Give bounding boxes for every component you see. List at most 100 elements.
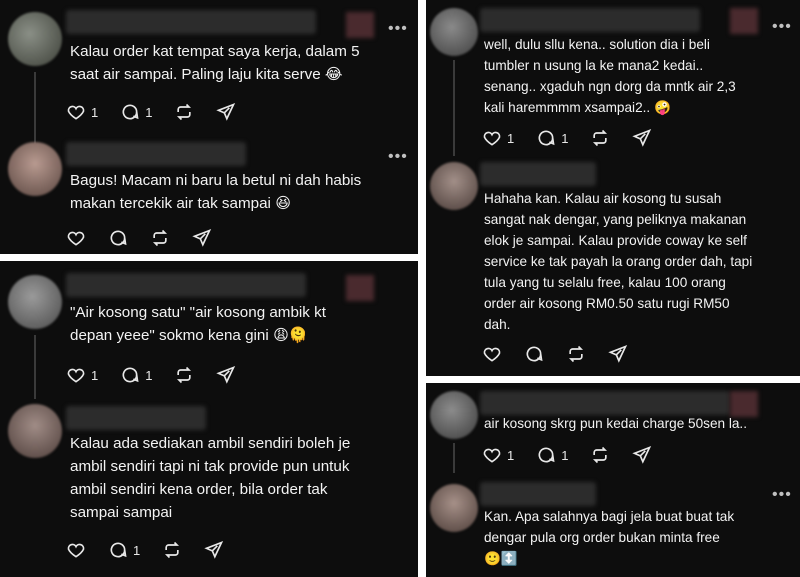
more-options-icon[interactable]: •••: [388, 149, 408, 165]
thread-line: [453, 443, 455, 473]
repost-button[interactable]: [162, 540, 182, 560]
post-text: air kosong skrg pun kedai charge 50sen l…: [484, 416, 747, 431]
avatar[interactable]: [430, 8, 478, 56]
heart-icon: [483, 347, 501, 362]
post-text: Kan. Apa salahnya bagi jela buat buat ta…: [484, 509, 735, 566]
username-redacted: [66, 273, 306, 297]
share-icon: [608, 344, 628, 363]
avatar[interactable]: [8, 404, 62, 458]
username-redacted: [66, 142, 246, 166]
post-actions: 1 1: [66, 363, 258, 387]
like-button[interactable]: 1: [482, 128, 514, 148]
comment-button[interactable]: 1: [120, 365, 152, 385]
share-button[interactable]: [632, 128, 652, 148]
share-icon: [192, 228, 212, 247]
share-button[interactable]: [216, 365, 236, 385]
post-text: Hahaha kan. Kalau air kosong tu susah sa…: [484, 191, 753, 332]
redacted-badge: [730, 8, 758, 34]
reply-post: ••• Bagus! Macam ni baru la betul ni dah…: [0, 142, 418, 254]
comment-button[interactable]: 1: [108, 540, 140, 560]
avatar[interactable]: [430, 391, 478, 439]
post-text: "Air kosong satu" "air kosong ambik kt d…: [70, 304, 326, 344]
share-icon: [204, 540, 224, 559]
panel-divider: [418, 0, 426, 577]
share-button[interactable]: [632, 445, 652, 465]
left-thread-panel: ••• Kalau order kat tempat saya kerja, d…: [0, 0, 418, 577]
repost-icon: [177, 366, 192, 384]
repost-icon: [177, 103, 192, 121]
reply-post: ••• Kan. Apa salahnya bagi jela buat bua…: [426, 478, 800, 577]
comment-icon: [110, 230, 127, 246]
comment-icon: [122, 367, 139, 383]
username-redacted: [66, 406, 206, 430]
post-text: well, dulu sllu kena.. solution dia i be…: [484, 37, 736, 115]
share-button[interactable]: [204, 540, 224, 560]
repost-icon: [593, 446, 608, 464]
post-actions: 1 1: [482, 443, 674, 467]
comment-button[interactable]: 1: [536, 445, 568, 465]
more-options-icon[interactable]: •••: [388, 21, 408, 37]
like-button[interactable]: [66, 228, 86, 248]
more-options-icon[interactable]: •••: [772, 19, 792, 35]
repost-button[interactable]: [566, 344, 586, 364]
panel-separator: [0, 254, 418, 261]
thread-line: [34, 72, 36, 144]
repost-icon: [152, 229, 168, 247]
username-redacted: [480, 391, 730, 415]
right-thread-panel: ••• well, dulu sllu kena.. solution dia …: [426, 0, 800, 577]
reply-count: 1: [561, 130, 569, 146]
like-count: 1: [91, 367, 99, 383]
comment-icon: [110, 542, 127, 558]
like-button[interactable]: 1: [66, 365, 98, 385]
like-count: 1: [507, 447, 515, 463]
repost-icon: [593, 129, 608, 147]
post-actions: [66, 226, 234, 250]
like-button[interactable]: [482, 344, 502, 364]
like-button[interactable]: 1: [482, 445, 514, 465]
repost-button[interactable]: [590, 128, 610, 148]
post-text: Kalau order kat tempat saya kerja, dalam…: [70, 43, 360, 83]
username-redacted: [480, 482, 596, 506]
heart-icon: [483, 448, 501, 463]
comment-icon: [538, 447, 555, 463]
comment-button[interactable]: 1: [536, 128, 568, 148]
post-actions: 1 1: [66, 100, 258, 124]
reply-post: air kosong skrg pun kedai charge 50sen l…: [426, 383, 800, 475]
post-actions: [482, 342, 650, 366]
avatar[interactable]: [8, 12, 62, 66]
reply-count: 1: [561, 447, 569, 463]
like-count: 1: [91, 104, 99, 120]
repost-button[interactable]: [174, 102, 194, 122]
share-button[interactable]: [608, 344, 628, 364]
repost-button[interactable]: [150, 228, 170, 248]
avatar[interactable]: [8, 275, 62, 329]
avatar[interactable]: [8, 142, 62, 196]
share-icon: [632, 128, 652, 147]
share-icon: [216, 365, 236, 384]
comment-button[interactable]: [524, 344, 544, 364]
reply-post: ••• well, dulu sllu kena.. solution dia …: [426, 0, 800, 160]
repost-button[interactable]: [174, 365, 194, 385]
share-button[interactable]: [192, 228, 212, 248]
comment-button[interactable]: 1: [120, 102, 152, 122]
share-button[interactable]: [216, 102, 236, 122]
username-redacted: [480, 162, 596, 186]
post-text: Bagus! Macam ni baru la betul ni dah hab…: [70, 172, 362, 212]
thread-line: [453, 60, 455, 156]
thread-line: [34, 335, 36, 399]
avatar[interactable]: [430, 162, 478, 210]
repost-icon: [165, 541, 180, 559]
avatar[interactable]: [430, 484, 478, 532]
repost-button[interactable]: [590, 445, 610, 465]
reply-post: Hahaha kan. Kalau air kosong tu susah sa…: [426, 160, 800, 376]
reply-count: 1: [145, 104, 153, 120]
share-icon: [216, 102, 236, 121]
like-button[interactable]: 1: [66, 102, 98, 122]
like-button[interactable]: [66, 540, 86, 560]
reply-count: 1: [145, 367, 153, 383]
heart-icon: [483, 131, 501, 146]
comment-button[interactable]: [108, 228, 128, 248]
username-redacted: [480, 8, 700, 32]
more-options-icon[interactable]: •••: [772, 487, 792, 503]
repost-icon: [568, 345, 584, 363]
